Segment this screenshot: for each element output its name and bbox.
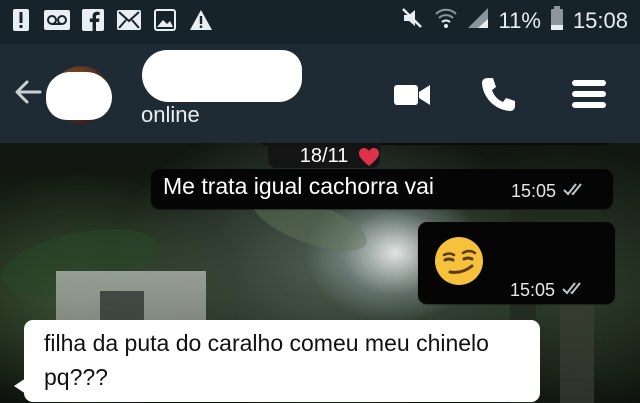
battery-percent: 11% [498, 8, 541, 33]
signal-icon [467, 7, 489, 35]
image-icon [152, 7, 178, 33]
phone-icon[interactable] [478, 74, 518, 114]
alert-icon [8, 7, 34, 33]
warning-icon [188, 7, 214, 33]
message-meta: 15:05 [510, 280, 591, 301]
heart-icon [358, 147, 379, 166]
mute-icon [401, 7, 425, 35]
message-text: Me trata igual cachorra vai [163, 173, 435, 199]
date-text: 18/11 [299, 145, 349, 167]
chat-area[interactable]: 18/11 Me trata igual cachorra vai 15:05 … [0, 143, 640, 403]
message-time: 15:05 [511, 181, 557, 201]
avatar-redaction [46, 72, 112, 120]
message-bubble-outgoing[interactable]: Me trata igual cachorra vai 15:05 [151, 169, 613, 209]
double-check-icon [562, 181, 592, 202]
back-arrow-icon[interactable] [10, 74, 46, 110]
status-right: 11% 15:08 [401, 6, 628, 36]
clock: 15:08 [572, 8, 628, 33]
smirking-face-emoji [434, 236, 484, 286]
contact-status: online [141, 102, 200, 127]
status-bar: 11% 15:08 [0, 0, 640, 44]
facebook-icon [80, 7, 106, 33]
mail-icon [116, 7, 142, 33]
message-text: filha da puta do caralho comeu meu chine… [44, 330, 489, 390]
voicemail-icon [44, 7, 70, 33]
message-bubble-incoming[interactable]: filha da puta do caralho comeu meu chine… [14, 320, 540, 402]
video-call-icon[interactable] [392, 74, 432, 114]
message-bubble-outgoing[interactable]: 15:05 [418, 222, 615, 304]
contact-name-redaction [142, 50, 302, 102]
wallpaper-tree [560, 293, 594, 403]
notification-icons [8, 7, 214, 33]
message-meta: 15:05 [511, 181, 592, 202]
menu-icon[interactable] [570, 74, 610, 114]
double-check-icon [561, 280, 591, 301]
chat-header: online [0, 44, 640, 143]
wifi-icon [434, 6, 457, 36]
battery-icon [550, 6, 563, 36]
message-time: 15:05 [510, 280, 556, 300]
